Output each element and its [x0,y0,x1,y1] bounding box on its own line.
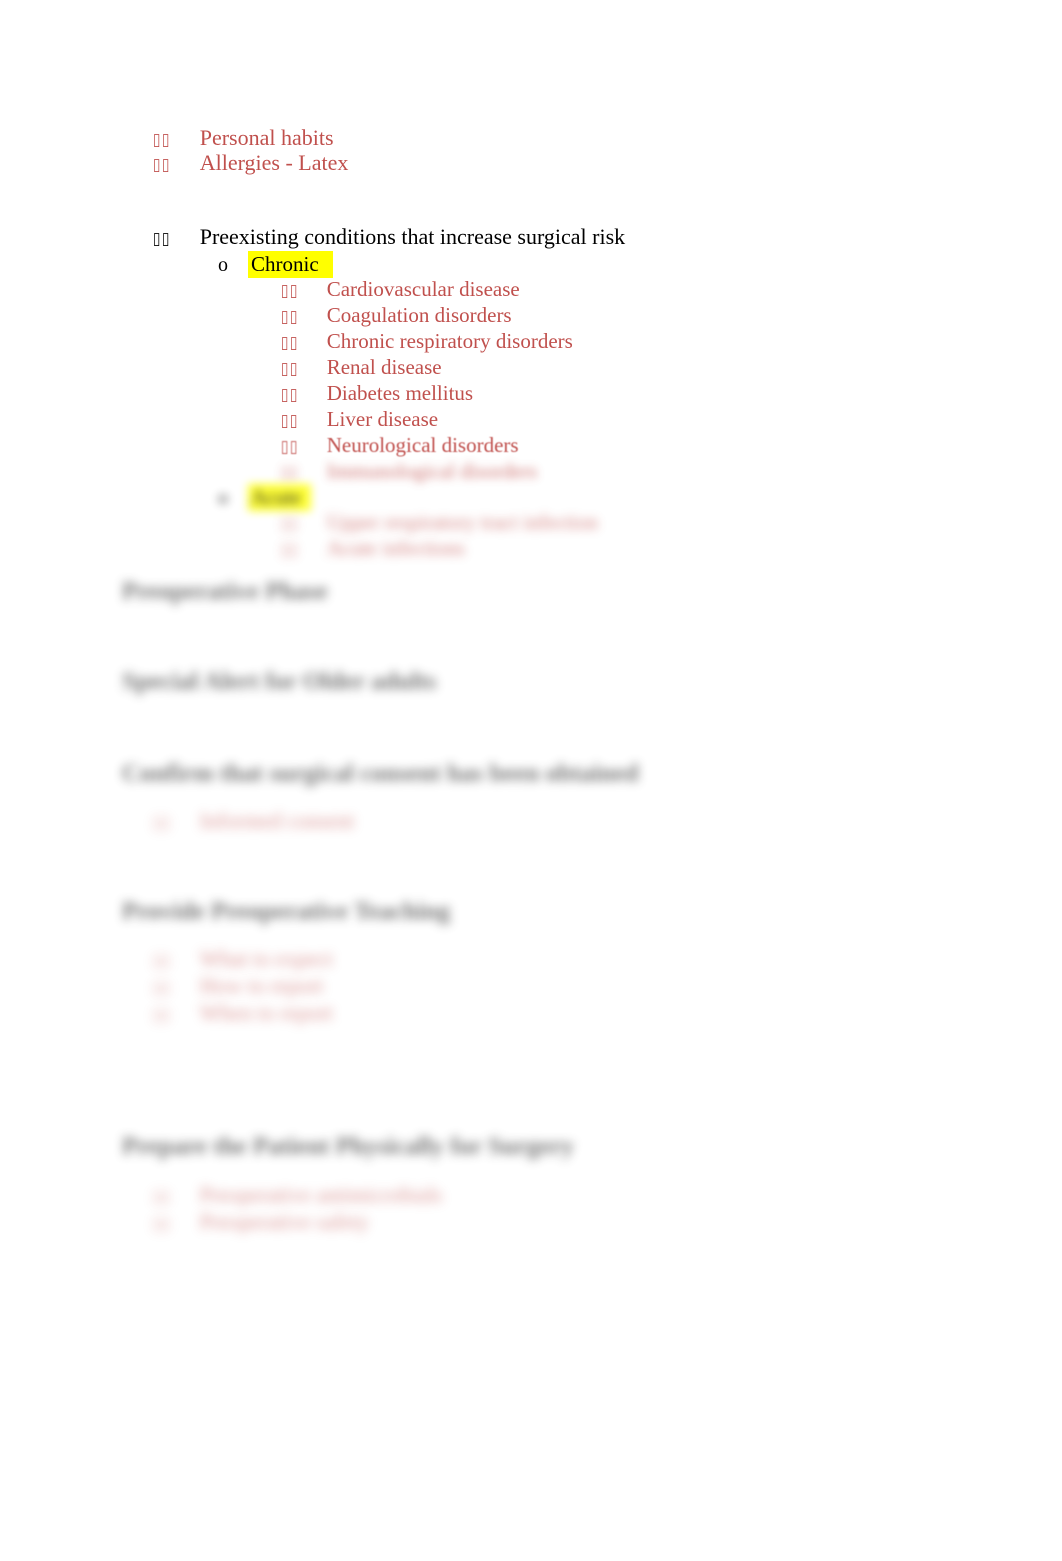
list-item-label: Liver disease [326,407,439,431]
list-group-label-acute: Acute [248,484,312,511]
list-item: Coagulation disorders [280,303,512,328]
box-bullet-icon [280,283,299,300]
box-bullet-icon [280,516,299,533]
list-item-label: Allergies - Latex [199,150,349,175]
list-item: Immunological disorders [280,459,538,484]
box-bullet-icon [152,132,171,149]
box-bullet-icon [152,980,171,997]
list-item: Diabetes mellitus [280,381,473,406]
box-bullet-icon [280,542,299,559]
o-bullet-icon: o [218,487,228,509]
list-item-label: Diabetes mellitus [326,381,474,405]
list-item: Preoperative antimicrobials [152,1182,443,1208]
list-item-label: Upper respiratory tract infection [326,510,598,534]
list-item-label: Renal disease [326,355,442,379]
list-item: How to report [152,973,323,999]
section-heading-prepare-patient: Prepare the Patient Physically for Surge… [122,1133,575,1160]
list-item: Allergies - Latex [152,150,349,176]
section-heading-preoperative-teaching: Provide Preoperative Teaching [122,898,451,925]
box-bullet-icon [280,387,299,404]
list-item-label: When to report [199,1000,333,1025]
list-item: Liver disease [280,407,438,432]
list-item: Neurological disorders [280,433,519,458]
box-bullet-icon [152,231,171,248]
box-bullet-icon [280,309,299,326]
list-item-label: Acute infections [326,536,465,560]
box-bullet-icon [152,815,171,832]
list-group-chronic: o Chronic [218,251,333,278]
section-heading-preoperative-phase: Preoperative Phase [122,578,328,605]
list-item: What to expect [152,946,333,972]
list-item: When to report [152,1000,333,1026]
box-bullet-icon [152,1216,171,1233]
list-item-label: Preoperative antimicrobials [199,1182,443,1207]
list-group-acute: o Acute [218,484,312,511]
list-item: Personal habits [152,125,334,151]
list-item: Renal disease [280,355,442,380]
list-item-label: Immunological disorders [326,459,538,483]
list-item: Upper respiratory tract infection [280,510,598,535]
list-item-preexisting-conditions: Preexisting conditions that increase sur… [152,224,625,250]
list-item: Informed consent [152,808,355,834]
list-item-label: What to expect [199,946,333,971]
section-heading-special-alert: Special Alert for Older adults [122,668,437,695]
box-bullet-icon [152,157,171,174]
box-bullet-icon [152,1189,171,1206]
box-bullet-icon [152,1007,171,1024]
list-item: Cardiovascular disease [280,277,520,302]
box-bullet-icon [152,953,171,970]
box-bullet-icon [280,439,299,456]
box-bullet-icon [280,335,299,352]
list-item-label: How to report [199,973,324,998]
list-item-label: Coagulation disorders [326,303,512,327]
list-item-label: Chronic respiratory disorders [326,329,573,353]
list-item: Acute infections [280,536,465,561]
list-item-label: Preexisting conditions that increase sur… [199,224,626,249]
list-item-label: Personal habits [199,125,334,150]
o-bullet-icon: o [218,254,228,276]
list-item: Chronic respiratory disorders [280,329,573,354]
box-bullet-icon [280,465,299,482]
box-bullet-icon [280,361,299,378]
list-item-label: Preoperative safety [199,1209,369,1234]
document-page: Personal habits Allergies - Latex Preexi… [0,0,1062,1561]
section-heading-confirm-consent: Confirm that surgical consent has been o… [122,760,639,787]
list-item-label: Informed consent [199,808,355,833]
list-item: Preoperative safety [152,1209,369,1235]
box-bullet-icon [280,413,299,430]
list-item-label: Neurological disorders [326,433,519,457]
list-item-label: Cardiovascular disease [326,277,520,301]
list-group-label-chronic: Chronic [248,251,333,278]
